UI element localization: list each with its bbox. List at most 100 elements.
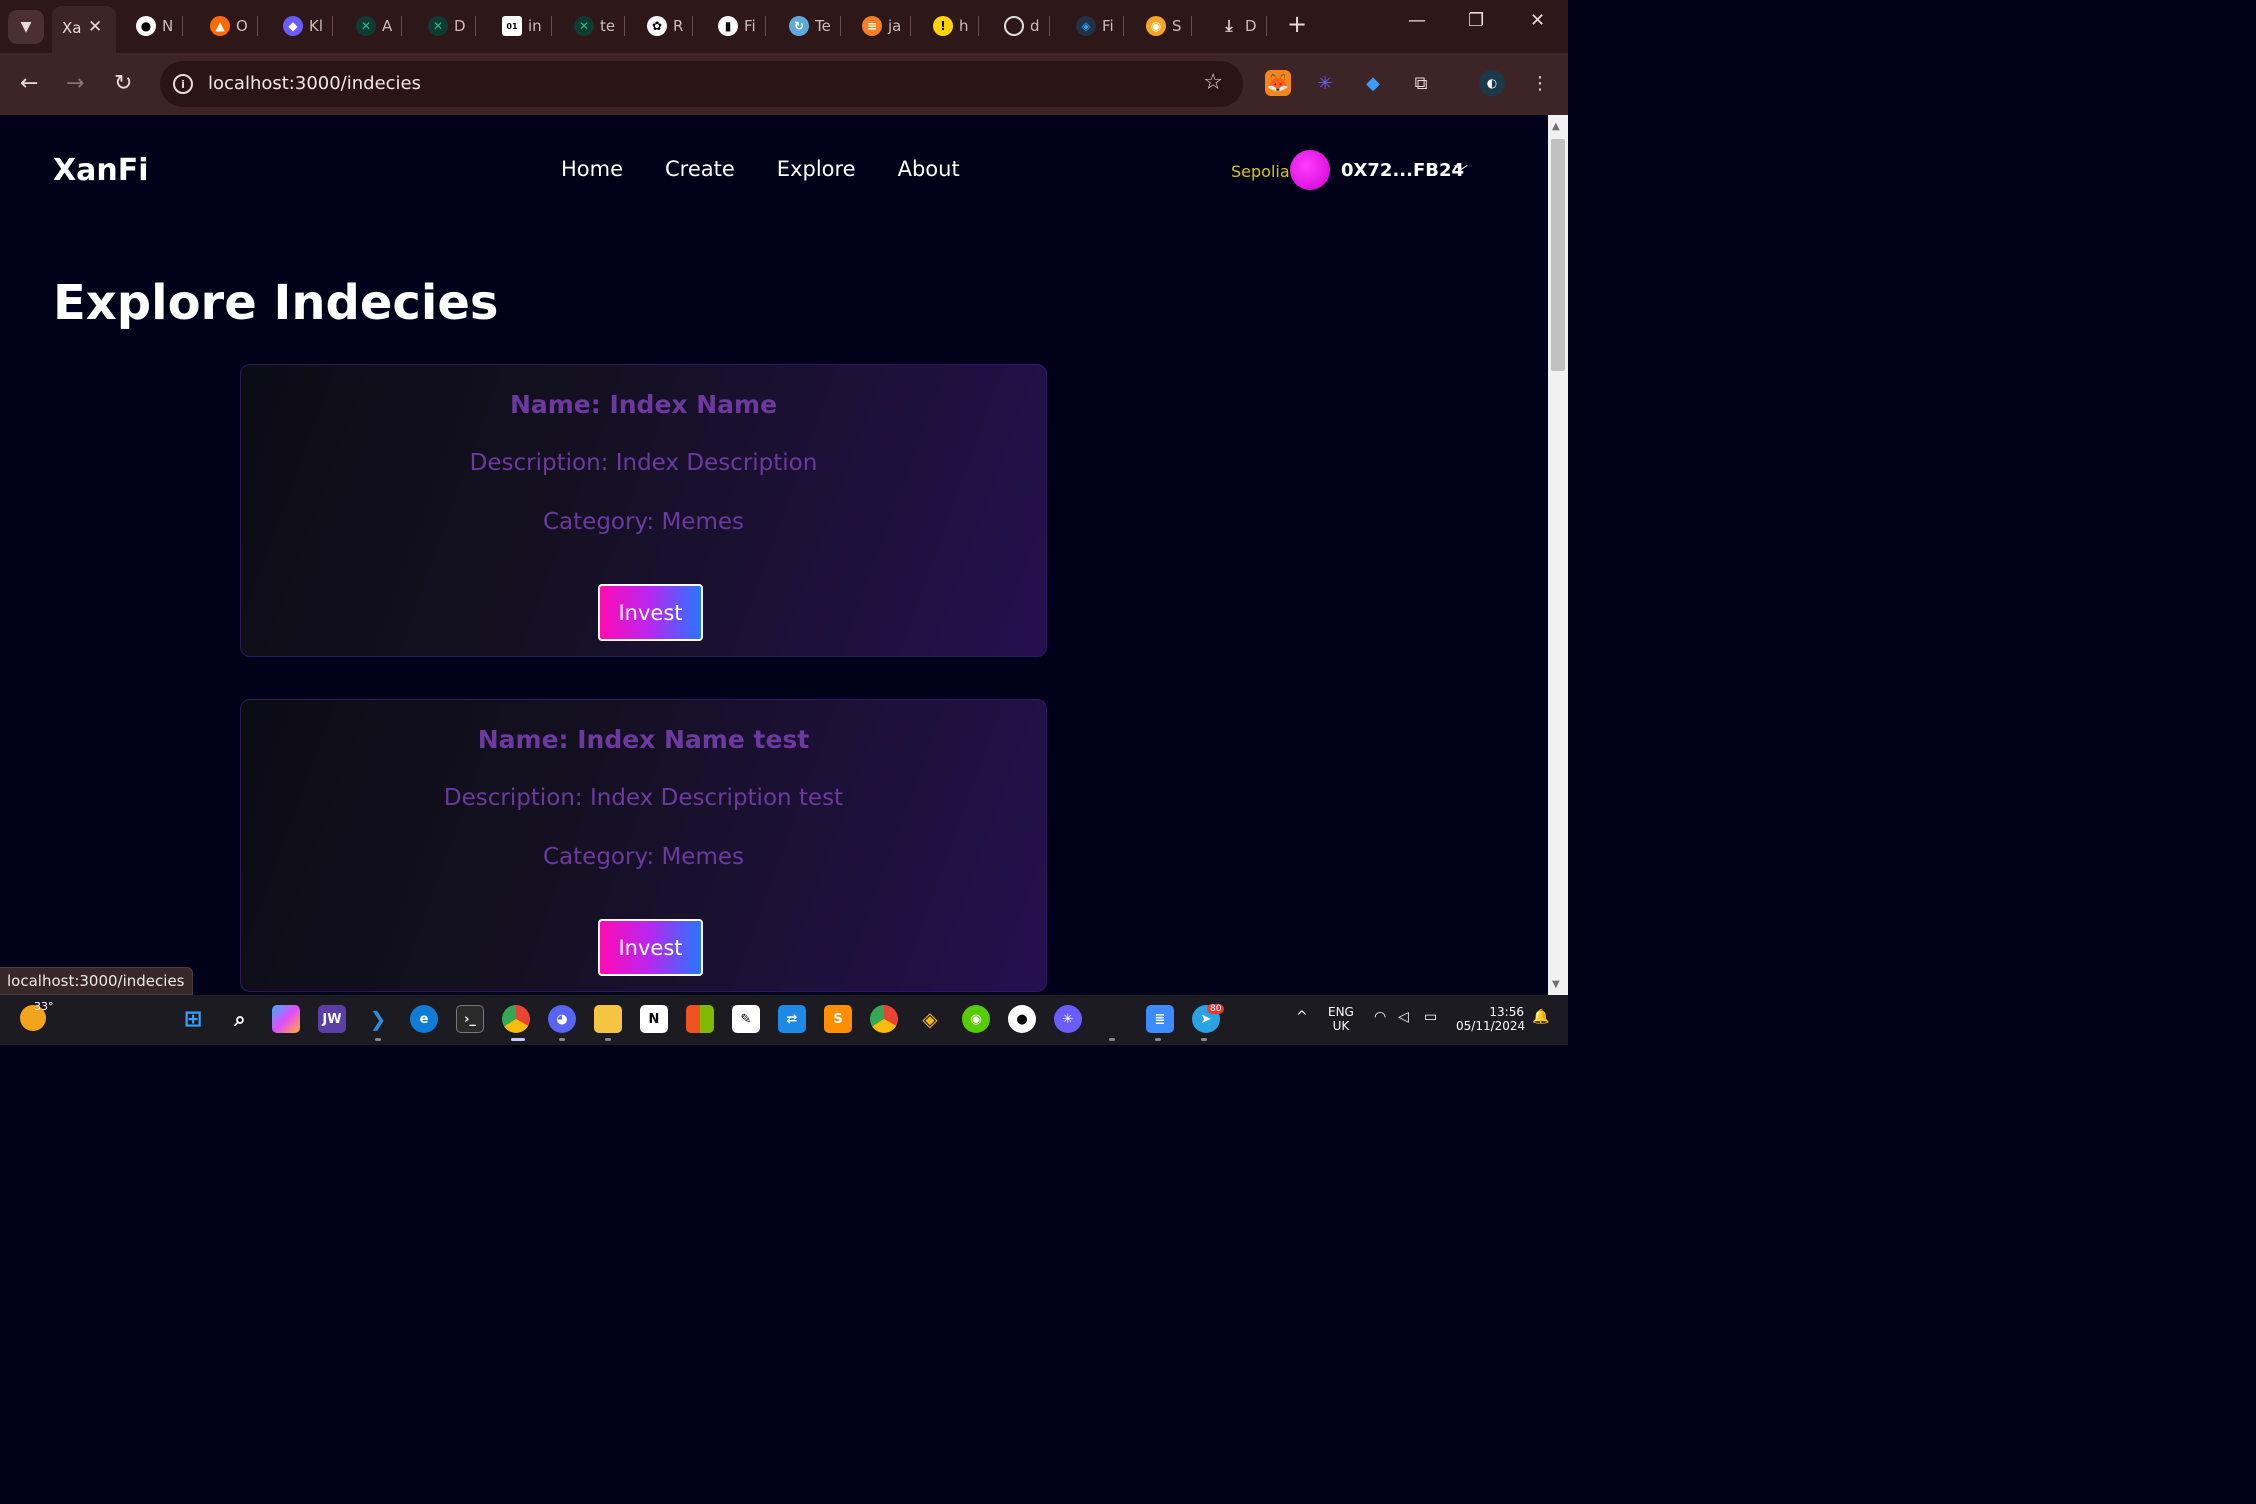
status-bar-url: localhost:3000/indecies — [0, 967, 193, 995]
tab[interactable]: ▮ Fi — [718, 12, 766, 40]
notepad-icon[interactable]: ≣ — [1146, 1005, 1174, 1033]
discord-icon[interactable]: ◕ — [548, 1005, 576, 1033]
restore-button[interactable]: ❐ — [1468, 10, 1484, 31]
invest-button[interactable]: Invest — [598, 919, 703, 976]
forward-button[interactable]: → — [66, 71, 84, 96]
windows-start-icon[interactable]: ⊞ — [179, 1005, 207, 1033]
tab-active[interactable]: Xa ✕ — [52, 6, 116, 53]
volume-icon[interactable]: ◁ — [1398, 1009, 1409, 1025]
tab[interactable]: 01 in — [502, 12, 552, 40]
tab-label: h — [959, 17, 969, 35]
tab-search-button[interactable]: ▼ — [8, 10, 44, 44]
chrome-profile-icon[interactable] — [870, 1005, 898, 1033]
nav-explore[interactable]: Explore — [777, 157, 856, 181]
vscode-icon[interactable]: ❯ — [364, 1005, 392, 1033]
tab[interactable]: ▲ O — [210, 12, 258, 40]
tab-label: A — [382, 17, 393, 35]
close-icon[interactable]: ✕ — [88, 17, 102, 37]
tab-title: Xa — [62, 19, 82, 37]
notion-icon[interactable]: N — [640, 1005, 668, 1033]
extension-snowflake-icon[interactable]: ✳ — [1312, 70, 1338, 96]
tab[interactable]: d — [1004, 12, 1050, 40]
copilot-icon[interactable] — [272, 1005, 300, 1033]
tab[interactable]: ◆ Kl — [283, 12, 334, 40]
sublime-icon[interactable]: S — [824, 1005, 852, 1033]
extensions-puzzle-icon[interactable]: ⧉ — [1408, 70, 1434, 96]
nav-create[interactable]: Create — [665, 157, 735, 181]
address-toolbar: ← → ↻ i localhost:3000/indecies ☆ 🦊 ✳ ◆ … — [0, 53, 1568, 115]
window-close-button[interactable]: ✕ — [1530, 10, 1545, 31]
tab[interactable]: ◉ S — [1146, 12, 1192, 40]
tab[interactable]: ! h — [933, 12, 979, 40]
invest-button[interactable]: Invest — [598, 584, 703, 641]
page-scrollbar[interactable]: ▲ ▼ — [1548, 115, 1568, 995]
chevron-down-icon[interactable]: ﹀ — [1454, 162, 1468, 182]
github-desktop-icon[interactable]: ● — [1008, 1005, 1036, 1033]
binance-icon[interactable]: ◈ — [916, 1005, 944, 1033]
tab[interactable]: ✕ te — [574, 12, 626, 40]
url-text[interactable]: localhost:3000/indecies — [208, 73, 421, 94]
back-button[interactable]: ← — [20, 71, 38, 96]
omnibox[interactable]: i localhost:3000/indecies ☆ — [160, 61, 1243, 107]
extension-diamond-icon[interactable]: ◆ — [1360, 70, 1386, 96]
nav-home[interactable]: Home — [561, 157, 623, 181]
notes-app-icon[interactable]: ✎ — [732, 1005, 760, 1033]
profile-avatar-icon[interactable]: ◐ — [1479, 70, 1505, 96]
tab[interactable]: ⤓ D — [1219, 12, 1267, 40]
wallet-avatar[interactable] — [1290, 150, 1330, 190]
index-card: Name: Index Name Description: Index Desc… — [240, 364, 1047, 657]
browser-tab-bar: ▼ Xa ✕ ● N ▲ O ◆ Kl ✕ A ✕ D 01 in ✕ te ✿ R ▮ Fi ↻… — [0, 0, 1568, 53]
tab[interactable]: ✕ D — [428, 12, 476, 40]
os-taskbar: 33° ⊞ ⌕ JW ❯ e ›_ ◕ N ✎ ⇄ S ◈ ◉ ● ✳ ≣ ➤ … — [0, 995, 1568, 1045]
new-tab-button[interactable]: + — [1287, 10, 1307, 38]
index-description: Description: Index Description — [469, 450, 818, 476]
tab-label: R — [673, 17, 684, 35]
search-icon[interactable]: ⌕ — [226, 1005, 254, 1033]
scroll-down-arrow-icon[interactable]: ▼ — [1552, 979, 1560, 990]
clock-date: 05/11/2024 — [1456, 1019, 1526, 1033]
tab[interactable]: ✿ R — [647, 12, 694, 40]
remote-app-icon[interactable]: ⇄ — [778, 1005, 806, 1033]
tab-label: S — [1172, 17, 1182, 35]
reload-button[interactable]: ↻ — [114, 71, 132, 96]
metamask-icon[interactable]: 🦊 — [1265, 70, 1291, 96]
nav-about[interactable]: About — [898, 157, 960, 181]
jw-app-icon[interactable]: JW — [318, 1005, 346, 1033]
wallet-address[interactable]: 0X72...FB24 — [1341, 160, 1464, 181]
scroll-up-arrow-icon[interactable]: ▲ — [1552, 121, 1560, 132]
brand-logo[interactable]: XanFi — [53, 153, 149, 188]
wifi-icon[interactable]: ◠ — [1374, 1009, 1386, 1025]
tab[interactable]: ↻ Te — [789, 12, 841, 40]
tab[interactable]: ≡ ja — [862, 12, 912, 40]
index-name: Name: Index Name test — [477, 725, 810, 754]
flame-icon: ▲ — [210, 16, 230, 36]
browser-menu-icon[interactable]: ⋮ — [1527, 70, 1553, 96]
tab[interactable]: ● N — [136, 12, 184, 40]
language-indicator[interactable]: ENG UK — [1328, 1005, 1354, 1033]
store-icon[interactable] — [686, 1005, 714, 1033]
file-explorer-icon[interactable] — [594, 1005, 622, 1033]
battery-icon[interactable]: ▭ — [1424, 1009, 1437, 1025]
duolingo-icon[interactable]: ◉ — [962, 1005, 990, 1033]
bookmark-star-icon[interactable]: ☆ — [1203, 70, 1223, 95]
network-label[interactable]: Sepolia — [1231, 162, 1290, 181]
terminal-icon[interactable]: ›_ — [456, 1005, 484, 1033]
minimize-button[interactable]: — — [1408, 10, 1426, 31]
snowflake-app-icon[interactable]: ✳ — [1054, 1005, 1082, 1033]
scrollbar-thumb[interactable] — [1551, 139, 1565, 371]
tab[interactable]: ◈ Fi — [1076, 12, 1124, 40]
edge-icon[interactable]: e — [410, 1005, 438, 1033]
tab-label: ja — [888, 17, 902, 35]
chrome-icon[interactable] — [502, 1005, 530, 1033]
tab[interactable]: ✕ A — [356, 12, 403, 40]
index-name: Name: Index Name — [509, 390, 778, 419]
cross-icon: ✕ — [574, 16, 594, 36]
tray-chevron-up-icon[interactable]: ^ — [1296, 1009, 1308, 1025]
arbitrum-icon: ◈ — [1076, 16, 1096, 36]
openai-icon: ✿ — [647, 16, 667, 36]
index-category: Category: Memes — [543, 844, 744, 870]
site-info-icon[interactable]: i — [173, 74, 193, 94]
notification-bell-icon[interactable]: 🔔 — [1532, 1009, 1549, 1025]
binary-icon: 01 — [502, 16, 522, 36]
clock[interactable]: 13:56 05/11/2024 — [1456, 1005, 1526, 1033]
